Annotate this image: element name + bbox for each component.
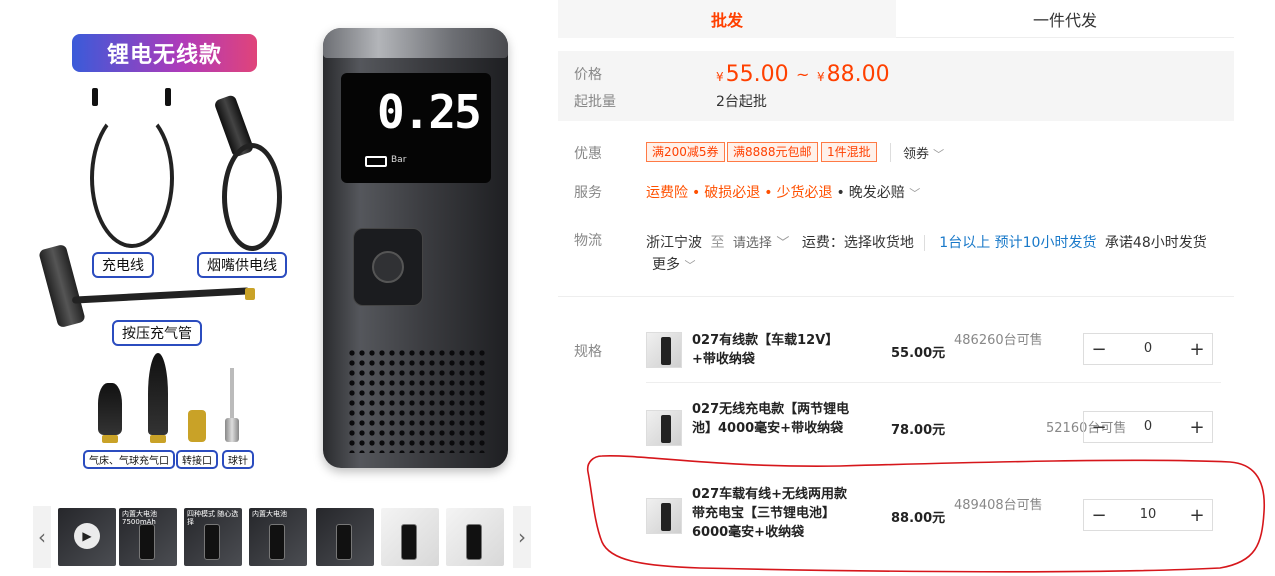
quantity-stepper: − 0 + xyxy=(1083,411,1213,443)
divider xyxy=(558,296,1234,297)
speaker-grille xyxy=(347,348,485,453)
logistics-label: 物流 xyxy=(574,233,602,249)
logistics-more[interactable]: 更多 ﹀ xyxy=(652,254,695,274)
coupon-1[interactable]: 满200减5券 xyxy=(646,142,725,162)
shipping-fee: 运费：选择收货地 xyxy=(801,235,925,251)
decrement-button[interactable]: − xyxy=(1084,500,1114,530)
price-tilde: ~ xyxy=(796,65,810,84)
play-icon: ▶ xyxy=(74,523,100,549)
thumbnail-6[interactable] xyxy=(381,508,439,566)
logistics-row: 浙江宁波 至 请选择 ﹀ 运费：选择收货地 1台以上 预计10小时发货 承诺48… xyxy=(646,232,1207,252)
decrement-button[interactable]: − xyxy=(1084,412,1114,442)
price-max: ¥88.00 xyxy=(817,62,890,87)
chevron-down-icon[interactable]: ﹀ xyxy=(909,187,920,200)
thumbnail-3[interactable]: 四种模式 随心选择 xyxy=(184,508,242,566)
service-shortage-refund[interactable]: 少货必退 xyxy=(777,185,833,201)
sku-price: 88.00元 xyxy=(891,511,946,526)
sku-stock: 489408台可售 xyxy=(954,498,1043,513)
increment-button[interactable]: + xyxy=(1182,500,1212,530)
spec-label: 规格 xyxy=(574,344,602,360)
moq-value: 2台起批 xyxy=(716,94,767,110)
press-hose-label: 按压充气管 xyxy=(112,320,202,346)
thumbnail-5[interactable] xyxy=(316,508,374,566)
sku-name: 027车载有线+无线两用款带充电宝【三节锂电池】6000毫安+收纳袋 xyxy=(692,487,848,540)
promo-label: 优惠 xyxy=(574,146,602,162)
price-box: 价格 ¥55.00 ~ ¥88.00 起批量 2台起批 xyxy=(558,51,1234,121)
decrement-button[interactable]: − xyxy=(1084,334,1114,364)
ship-to-label: 至 xyxy=(710,235,725,251)
sku-name: 027有线款【车载12V】+带收纳袋 xyxy=(692,333,839,367)
service-damage-refund[interactable]: 破损必退 xyxy=(704,185,760,201)
divider xyxy=(646,382,1221,383)
increment-button[interactable]: + xyxy=(1182,412,1212,442)
tab-dropship[interactable]: 一件代发 xyxy=(896,0,1234,38)
thumbnail-4[interactable]: 内置大电池 xyxy=(249,508,307,566)
sku-thumbnail[interactable] xyxy=(646,498,682,534)
thumbnail-7[interactable] xyxy=(446,508,504,566)
purchase-tabs: 批发 一件代发 xyxy=(558,0,1234,38)
sku-thumbnail[interactable] xyxy=(646,332,682,368)
cigarette-cable-label: 烟嘴供电线 xyxy=(197,252,287,278)
thumb-prev-arrow[interactable]: ‹ xyxy=(33,506,51,568)
ship-origin: 浙江宁波 xyxy=(646,235,702,251)
delivery-promise: 承诺48小时发货 xyxy=(1104,235,1207,251)
quantity-input[interactable]: 0 xyxy=(1114,334,1182,364)
moq-label: 起批量 xyxy=(574,94,616,110)
coupon-3[interactable]: 1件混批 xyxy=(821,142,877,162)
quantity-input[interactable]: 10 xyxy=(1114,500,1182,530)
device-screen: 0.25 Bar xyxy=(341,73,491,183)
service-freight-insurance[interactable]: 运费险 xyxy=(646,185,688,201)
nozzle-needle-label: 球针 xyxy=(222,450,254,469)
charge-cable-label: 充电线 xyxy=(92,252,154,278)
battery-icon xyxy=(365,156,387,167)
chevron-down-icon[interactable]: ﹀ xyxy=(776,236,789,251)
control-pad xyxy=(353,228,423,306)
thumb-next-arrow[interactable]: › xyxy=(513,506,531,568)
thumbnail-video[interactable]: ▶ xyxy=(58,508,116,566)
coupon-2[interactable]: 满8888元包邮 xyxy=(727,142,818,162)
quantity-stepper: − 0 + xyxy=(1083,333,1213,365)
service-late-compensation[interactable]: 晚发必赔 xyxy=(849,185,905,201)
thumbnail-2[interactable]: 内置大电池 7500mAh xyxy=(119,508,177,566)
destination-select[interactable]: 请选择 xyxy=(733,236,772,251)
delivery-eta: 1台以上 预计10小时发货 xyxy=(939,235,1097,251)
thumbnail-strip: ‹ ▶ 内置大电池 7500mAh 四种模式 随心选择 内置大电池 › xyxy=(33,506,533,568)
tab-wholesale[interactable]: 批发 xyxy=(558,0,896,38)
pressure-unit: Bar xyxy=(391,155,407,165)
pressure-readout: 0.25 xyxy=(377,85,482,139)
quantity-stepper: − 10 + xyxy=(1083,499,1213,531)
sku-thumbnail[interactable] xyxy=(646,410,682,446)
chevron-down-icon: ﹀ xyxy=(684,259,696,272)
nozzle-inflate-label: 气床、气球充气口 xyxy=(83,450,175,469)
sku-name: 027无线充电款【两节锂电池】4000毫安+带收纳袋 xyxy=(692,402,850,436)
sku-row: 027无线充电款【两节锂电池】4000毫安+带收纳袋 78.00元 52160台… xyxy=(646,390,1222,470)
sku-row: 027车载有线+无线两用款带充电宝【三节锂电池】6000毫安+收纳袋 88.00… xyxy=(646,478,1222,558)
nozzle-adapter-label: 转接口 xyxy=(176,450,218,469)
sku-price: 55.00元 xyxy=(891,346,946,361)
get-coupon-link[interactable]: 领券 ﹀ xyxy=(890,143,944,162)
chevron-down-icon: ﹀ xyxy=(933,148,945,161)
sku-stock: 486260台可售 xyxy=(954,333,1043,348)
quantity-input[interactable]: 0 xyxy=(1114,412,1182,442)
variant-badge: 锂电无线款 xyxy=(72,34,257,72)
air-pump-device-image: 0.25 Bar xyxy=(323,28,508,468)
service-label: 服务 xyxy=(574,185,602,201)
main-product-image[interactable]: 锂电无线款 充电线 烟嘴供电线 按压充气管 气床、气球充气口 转接口 球针 0.… xyxy=(38,18,540,493)
sku-row: 027有线款【车载12V】+带收纳袋 55.00元 486260台可售 − 0 … xyxy=(646,318,1222,398)
sku-price: 78.00元 xyxy=(891,423,946,438)
power-button-icon xyxy=(372,251,404,283)
increment-button[interactable]: + xyxy=(1182,334,1212,364)
product-gallery: 锂电无线款 充电线 烟嘴供电线 按压充气管 气床、气球充气口 转接口 球针 0.… xyxy=(0,0,545,576)
price-min: ¥55.00 xyxy=(716,62,789,87)
price-label: 价格 xyxy=(574,67,602,83)
service-items: 运费险 • 破损必退 • 少货必退 • 晚发必赔 ﹀ xyxy=(646,185,921,201)
